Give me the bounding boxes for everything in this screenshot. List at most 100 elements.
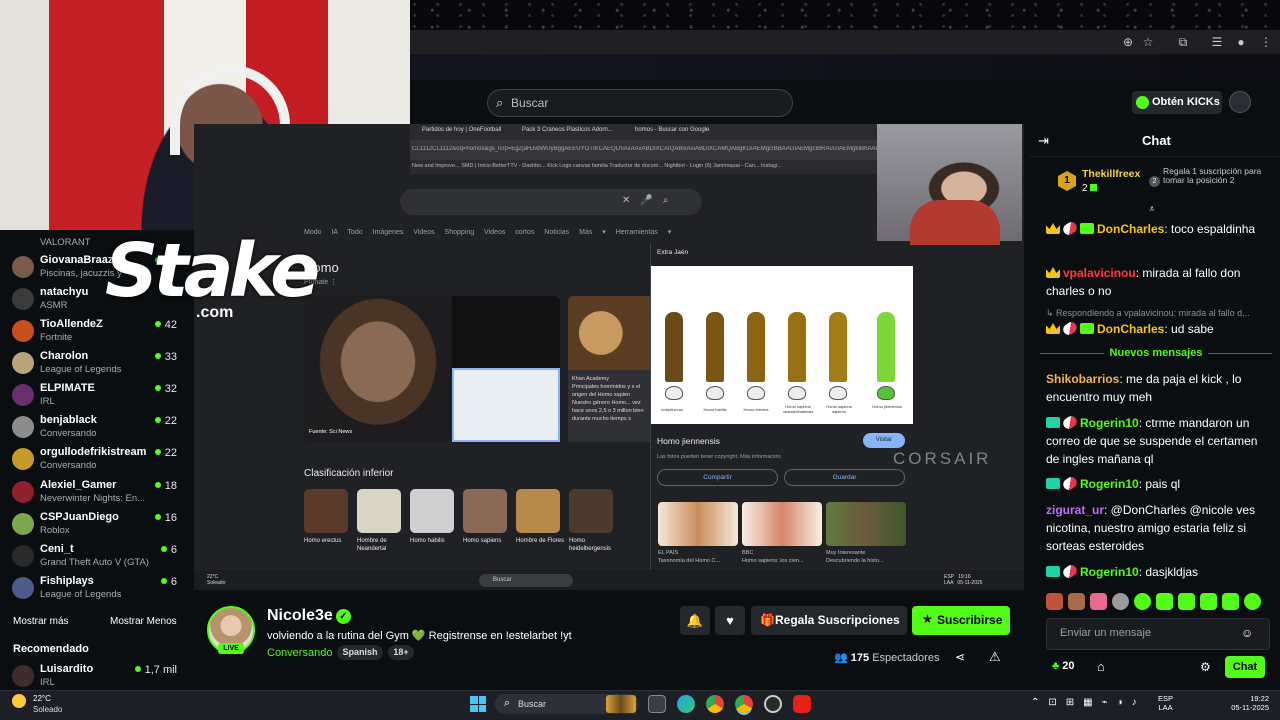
channel-points[interactable]: ♣ 20 bbox=[1052, 660, 1075, 672]
language-tag[interactable]: Spanish bbox=[337, 645, 383, 660]
rank-two-icon: 2 bbox=[1149, 176, 1160, 187]
chat-message: vpalavicinou: mirada al fallo don charle… bbox=[1046, 266, 1241, 298]
bookmark-star-icon[interactable]: ☆ bbox=[1140, 34, 1156, 50]
show-less-link[interactable]: Mostrar Menos bbox=[110, 616, 177, 627]
emote-icon[interactable] bbox=[1156, 593, 1173, 610]
sidebar-channel[interactable]: benjablack Conversando 22 bbox=[12, 412, 187, 444]
chat-username[interactable]: zigurat_ur bbox=[1046, 503, 1104, 517]
obs-icon[interactable] bbox=[764, 695, 782, 713]
windows-start-icon[interactable] bbox=[470, 696, 486, 712]
emote-icon[interactable] bbox=[1068, 593, 1085, 610]
sidebar-channel[interactable]: CSPJuanDiego Roblox 16 bbox=[12, 509, 187, 541]
channel-category: IRL bbox=[40, 677, 55, 688]
crown-badge-icon bbox=[1046, 267, 1060, 278]
sidebar-channel[interactable]: Alexiel_Gamer Neverwinter Nights: En... … bbox=[12, 477, 187, 509]
sidebar-channel[interactable]: Fishiplays League of Legends 6 bbox=[12, 573, 187, 605]
avatar bbox=[12, 320, 34, 342]
store-icon[interactable]: ⌂ bbox=[1097, 659, 1105, 674]
chrome-icon[interactable] bbox=[706, 695, 724, 713]
evolution-image: Ardipithecus Homo habilis Homo erectus H… bbox=[651, 266, 913, 424]
chat-message: DonCharles: toco espaldinha bbox=[1046, 219, 1268, 238]
mature-tag[interactable]: 18+ bbox=[388, 645, 414, 660]
classification-image bbox=[357, 489, 401, 533]
chevron-down-icon[interactable]: ⩡ bbox=[1149, 204, 1155, 215]
system-tray-icons[interactable]: ⌃⊡⊞▦⌁◑♪ bbox=[1031, 697, 1146, 708]
image-caption: Fuente: Sci News bbox=[309, 429, 353, 435]
chat-username[interactable]: Rogerin10 bbox=[1080, 565, 1139, 579]
points-icon: ♣ bbox=[1052, 660, 1060, 672]
user-avatar[interactable] bbox=[1229, 91, 1251, 113]
channel-category: Grand Theft Auto V (GTA) bbox=[40, 557, 149, 568]
youtube-icon[interactable] bbox=[793, 695, 811, 713]
gear-icon[interactable]: ⚙ bbox=[1200, 660, 1211, 674]
emote-icon[interactable] bbox=[1222, 593, 1239, 610]
clock[interactable]: 19:22 05-11-2025 bbox=[1219, 694, 1269, 712]
sidebar-channel[interactable]: orgullodefrikistream Conversando 22 bbox=[12, 444, 187, 476]
notification-bell-button[interactable]: 🔔 bbox=[680, 606, 710, 635]
task-view-icon[interactable] bbox=[648, 695, 666, 713]
sidebar-channel[interactable]: TioAllendeZ Fortnite 42 bbox=[12, 316, 187, 348]
classification-label: Homo heidelbergensis bbox=[569, 538, 612, 552]
stream-category-link[interactable]: Conversando bbox=[267, 647, 332, 659]
classification-label: Homo sapiens bbox=[463, 538, 502, 544]
emote-icon[interactable] bbox=[1200, 593, 1217, 610]
chat-input-placeholder: Enviar un mensaje bbox=[1060, 627, 1152, 639]
channel-name: GiovanaBraaz bbox=[40, 254, 114, 266]
avatar bbox=[12, 384, 34, 406]
pill-badge-icon bbox=[1061, 474, 1079, 493]
emote-icon[interactable] bbox=[1244, 593, 1261, 610]
viewer-count: 32 bbox=[154, 383, 177, 395]
avatar bbox=[12, 513, 34, 535]
sidebar-channel[interactable]: Ceni_t Grand Theft Auto V (GTA) 6 bbox=[12, 541, 187, 573]
zoom-icon[interactable]: ⊕ bbox=[1120, 34, 1136, 50]
chat-username[interactable]: Shikobarrios bbox=[1046, 372, 1119, 386]
chat-message: Rogerin10: ctrme mandaron un correo de q… bbox=[1046, 413, 1268, 468]
show-more-link[interactable]: Mostrar más bbox=[13, 616, 69, 627]
weather-desc[interactable]: Soleado bbox=[33, 705, 62, 714]
chat-send-button[interactable]: Chat bbox=[1225, 656, 1265, 678]
live-dot-icon bbox=[134, 666, 141, 672]
sidebar-channel[interactable]: ELPIMATE IRL 32 bbox=[12, 380, 187, 412]
tab-strip bbox=[410, 0, 1280, 30]
collapse-chat-icon[interactable]: ⇥ bbox=[1038, 133, 1049, 149]
corsair-logo: CORSAIR bbox=[893, 449, 992, 468]
skulls-image bbox=[452, 296, 560, 368]
emote-icon[interactable] bbox=[1112, 593, 1129, 610]
emote-icon[interactable] bbox=[1090, 593, 1107, 610]
edge-icon[interactable] bbox=[677, 695, 695, 713]
sidebar-channel[interactable]: Luisardito IRL 1,7 mil bbox=[12, 661, 187, 693]
emote-icon[interactable] bbox=[1134, 593, 1151, 610]
sun-icon[interactable] bbox=[12, 694, 26, 708]
related-caption: EL PAÍS Taxonomía del Homo C... bbox=[658, 550, 721, 564]
streamer-name[interactable]: Nicole3e bbox=[267, 607, 333, 625]
taskbar-search-placeholder: Buscar bbox=[518, 699, 547, 709]
evolution-thumbnail bbox=[452, 368, 560, 442]
stream-title: volviendo a la rutina del Gym 💚 Registre… bbox=[267, 630, 572, 642]
reading-list-icon[interactable]: ☰ bbox=[1209, 34, 1225, 50]
skull-figure bbox=[829, 386, 847, 400]
sidebar-channel[interactable]: Charolon League of Legends 33 bbox=[12, 348, 187, 380]
live-dot-icon bbox=[154, 514, 161, 520]
share-icon[interactable]: ⋖ bbox=[955, 650, 965, 664]
extensions-icon[interactable]: ⧉ bbox=[1175, 34, 1191, 50]
channel-name: ELPIMATE bbox=[40, 382, 95, 394]
weather-temp[interactable]: 22°C bbox=[33, 694, 51, 703]
chat-username[interactable]: Rogerin10 bbox=[1080, 477, 1139, 491]
search-placeholder: Buscar bbox=[511, 96, 549, 110]
classification-label: Homo habilis bbox=[410, 538, 445, 544]
channel-name: Charolon bbox=[40, 350, 89, 362]
chat-username[interactable]: Rogerin10 bbox=[1080, 416, 1139, 430]
chat-username[interactable]: DonCharles bbox=[1097, 222, 1164, 236]
language-indicator[interactable]: ESP LAA bbox=[1158, 694, 1173, 712]
browser-menu-icon[interactable]: ⋮ bbox=[1258, 34, 1274, 50]
chat-username[interactable]: vpalavicinou bbox=[1063, 266, 1136, 280]
evolution-label: Homo habilis bbox=[703, 407, 727, 412]
chat-username[interactable]: DonCharles bbox=[1097, 322, 1164, 336]
report-icon[interactable]: ⚠ bbox=[989, 649, 1001, 665]
follow-button[interactable]: ♥ bbox=[715, 606, 745, 635]
emote-icon[interactable] bbox=[1046, 593, 1063, 610]
emote-icon[interactable] bbox=[1178, 593, 1195, 610]
chrome-active-icon[interactable] bbox=[735, 695, 753, 713]
profile-icon[interactable]: ● bbox=[1233, 34, 1249, 50]
emoji-icon[interactable]: ☺ bbox=[1241, 626, 1253, 640]
